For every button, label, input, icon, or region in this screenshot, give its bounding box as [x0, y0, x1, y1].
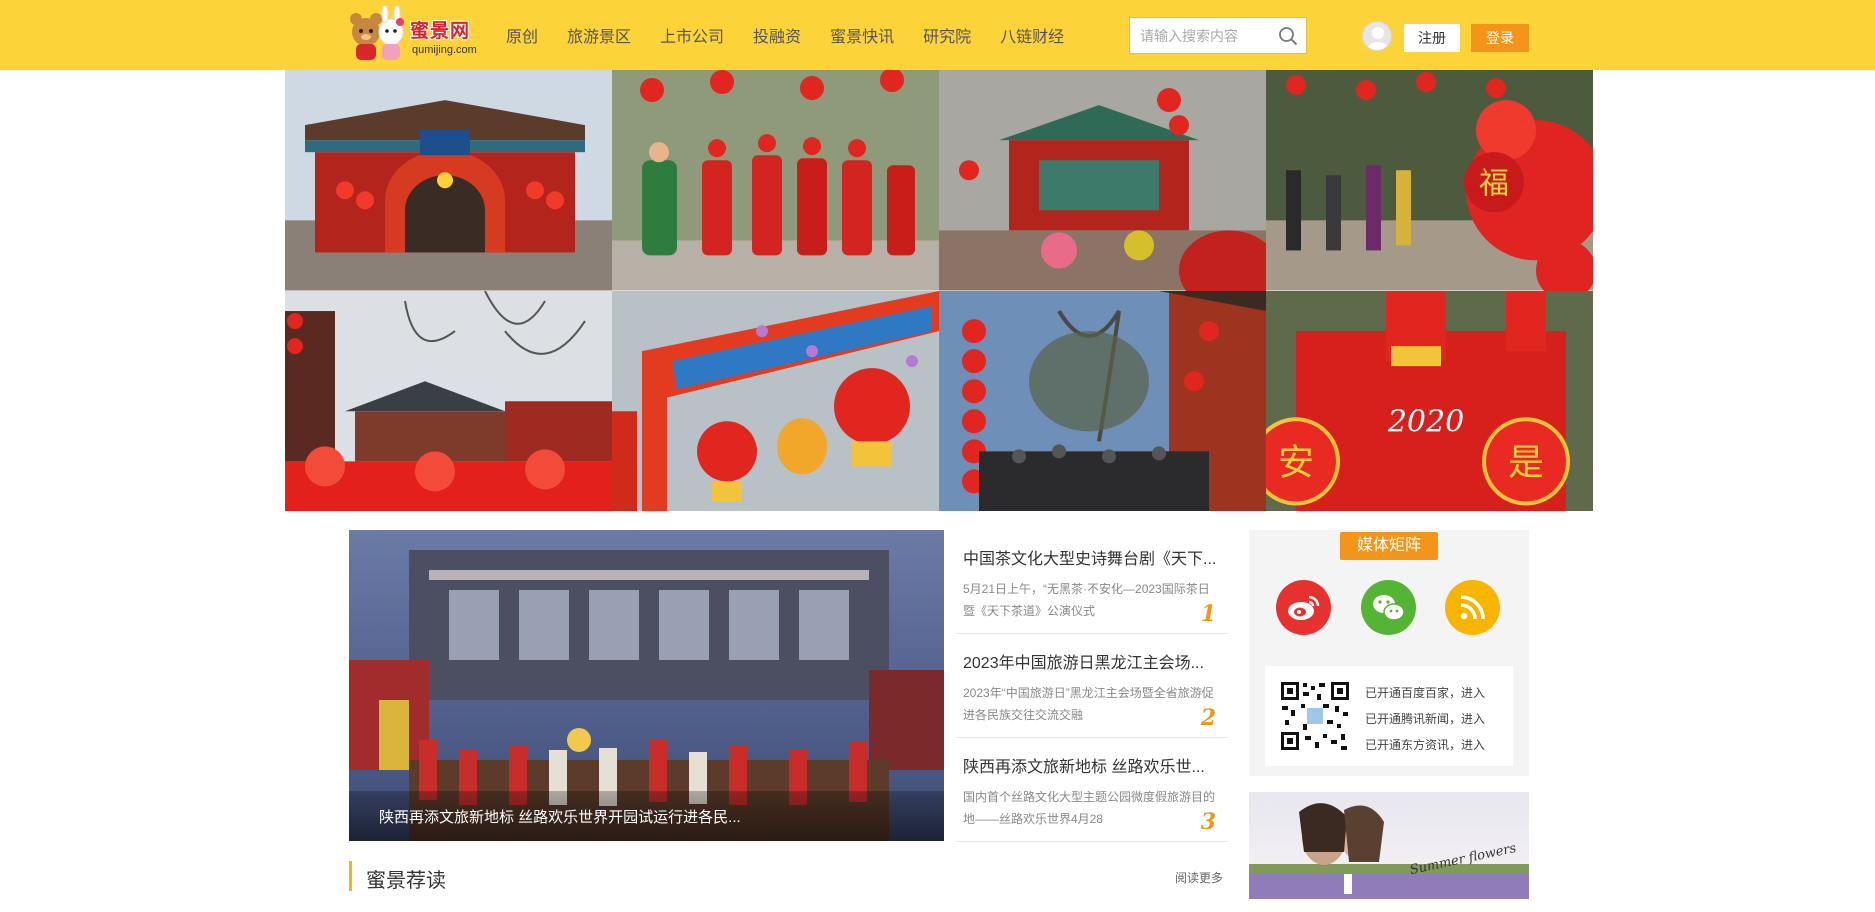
news-title[interactable]: 陕西再添文旅新地标 丝路欢乐世... — [956, 753, 1228, 777]
nav-item-news[interactable]: 蜜景快讯 — [830, 23, 894, 47]
weibo-link[interactable] — [1276, 580, 1331, 635]
shi-character: 是 — [1508, 442, 1544, 483]
mascot-icon — [350, 4, 404, 60]
search-input[interactable] — [1140, 26, 1275, 46]
logo-domain: qumijing.com — [412, 44, 477, 56]
register-button[interactable]: 注册 — [1404, 24, 1460, 52]
ad-photo — [1249, 792, 1529, 899]
gallery-photo-pavilion[interactable] — [939, 70, 1266, 291]
avatar[interactable] — [1362, 21, 1392, 51]
nav-item-listed[interactable]: 上市公司 — [660, 23, 724, 47]
news-rank: 1 — [1200, 601, 1216, 627]
an-character: 安 — [1278, 442, 1314, 483]
nav-item-investment[interactable]: 投融资 — [753, 23, 801, 47]
platform-eastday[interactable]: 已开通东方资讯，进入 — [1365, 732, 1485, 758]
login-button[interactable]: 登录 — [1471, 24, 1529, 52]
news-item[interactable]: 中国茶文化大型史诗舞台剧《天下... 5月21日上午，“无黑茶·不安化—2023… — [956, 530, 1228, 634]
sidebar-ad-banner[interactable]: Summer flowers — [1249, 792, 1529, 899]
wechat-icon — [1361, 580, 1416, 635]
qr-code-icon[interactable] — [1279, 680, 1351, 752]
news-item[interactable]: 2023年中国旅游日黑龙江主会场... 2023年“中国旅游日”黑龙江主会场暨全… — [956, 634, 1228, 738]
feature-caption-bar: 陕西再添文旅新地标 丝路欢乐世界开园试运行进各民... — [349, 791, 944, 841]
platform-list: 已开通百度百家，进入 已开通腾讯新闻，进入 已开通东方资讯，进入 — [1365, 680, 1485, 758]
news-title[interactable]: 2023年中国旅游日黑龙江主会场... — [956, 649, 1228, 673]
platform-tencent[interactable]: 已开通腾讯新闻，进入 — [1365, 706, 1485, 732]
news-summary: 5月21日上午，“无黑茶·不安化—2023国际茶日暨《天下茶道》公演仪式 — [963, 582, 1210, 618]
year-2020-text: 2020 — [1387, 404, 1464, 439]
rss-icon — [1445, 580, 1500, 635]
user-icon — [1367, 27, 1389, 50]
gallery-photo-arch-lanterns[interactable] — [612, 290, 939, 511]
news-item[interactable]: 陕西再添文旅新地标 丝路欢乐世... 国内首个丝路文化大型主题公园微度假旅游目的… — [956, 738, 1228, 842]
gallery-photo-winter-temple[interactable] — [285, 290, 612, 511]
news-list: 中国茶文化大型史诗舞台剧《天下... 5月21日上午，“无黑茶·不安化—2023… — [956, 530, 1228, 842]
search-box — [1129, 17, 1307, 54]
nav-item-scenic[interactable]: 旅游景区 — [567, 23, 631, 47]
media-matrix-title: 媒体矩阵 — [1340, 532, 1438, 560]
feature-caption[interactable]: 陕西再添文旅新地标 丝路欢乐世界开园试运行进各民... — [379, 806, 741, 827]
feature-banner[interactable]: 陕西再添文旅新地标 丝路欢乐世界开园试运行进各民... — [349, 530, 944, 841]
nav-item-original[interactable]: 原创 — [506, 23, 538, 47]
news-title[interactable]: 中国茶文化大型史诗舞台剧《天下... — [956, 545, 1228, 569]
section-accent-bar — [349, 861, 352, 891]
gallery-photo-crowd-lanterns[interactable] — [939, 290, 1266, 511]
qr-code-card: 已开通百度百家，进入 已开通腾讯新闻，进入 已开通东方资讯，进入 — [1265, 666, 1513, 766]
nav-item-research[interactable]: 研究院 — [923, 23, 971, 47]
news-rank: 2 — [1200, 705, 1216, 731]
gallery-photo-fu-flowers[interactable]: 福 — [1266, 70, 1593, 291]
fu-character: 福 — [1479, 166, 1509, 201]
platform-baidu[interactable]: 已开通百度百家，进入 — [1365, 680, 1485, 706]
read-more-link[interactable]: 阅读更多 — [1175, 869, 1223, 886]
gallery-photo-temple-gate[interactable] — [285, 70, 612, 291]
media-matrix-panel: 媒体矩阵 已开通百度百家，进入 已开通腾讯新闻，进入 已开通东方资讯，进入 — [1249, 530, 1529, 776]
main-nav: 原创 旅游景区 上市公司 投融资 蜜景快讯 研究院 八链财经 — [506, 0, 1093, 70]
section-title: 蜜景荐读 — [366, 870, 446, 892]
news-rank: 3 — [1200, 809, 1216, 835]
search-icon[interactable] — [1278, 26, 1298, 46]
wechat-link[interactable] — [1361, 580, 1416, 635]
news-summary: 国内首个丝路文化大型主题公园微度假旅游目的地——丝路欢乐世界4月28 — [963, 790, 1216, 826]
news-summary: 2023年“中国旅游日”黑龙江主会场暨全省旅游促进各民族交往交流交融 — [963, 686, 1214, 722]
logo-text: 蜜景网 — [410, 20, 471, 42]
photo-gallery: 福 安 是 2020 — [285, 70, 1593, 511]
gallery-photo-2020-door[interactable]: 安 是 2020 — [1266, 290, 1593, 511]
recommended-section-header: 蜜景荐读 阅读更多 — [349, 861, 1227, 892]
nav-item-finance[interactable]: 八链财经 — [1000, 23, 1064, 47]
rss-link[interactable] — [1445, 580, 1500, 635]
gallery-photo-performers[interactable] — [612, 70, 939, 291]
weibo-icon — [1276, 580, 1331, 635]
site-header: 蜜景网 qumijing.com 原创 旅游景区 上市公司 投融资 蜜景快讯 研… — [0, 0, 1875, 70]
site-logo[interactable]: 蜜景网 qumijing.com — [348, 4, 488, 64]
